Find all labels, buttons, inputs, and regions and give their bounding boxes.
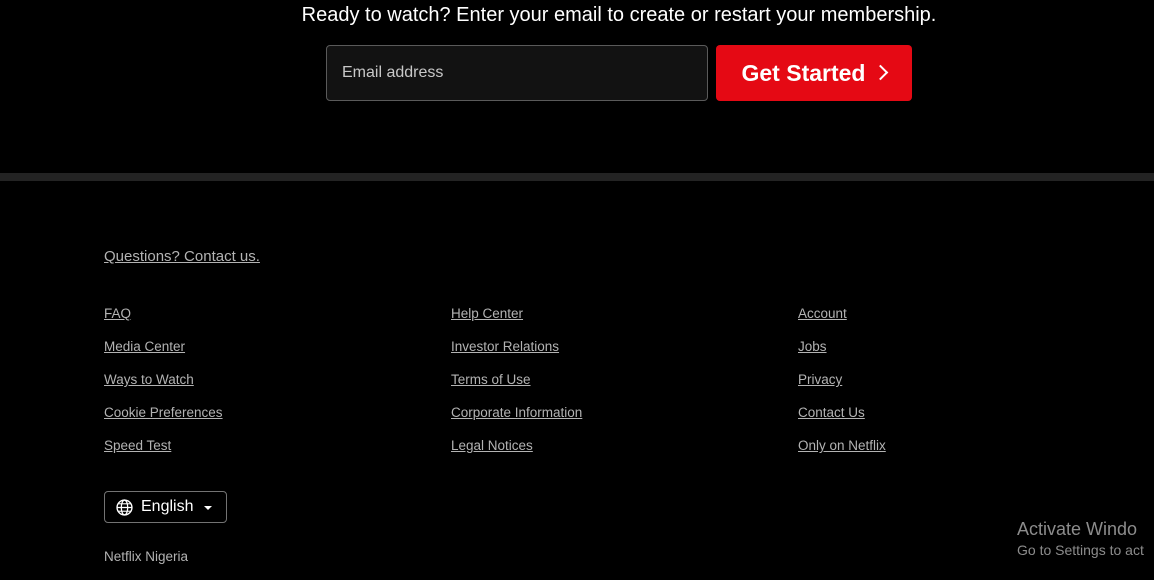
get-started-button[interactable]: Get Started [716,45,912,101]
email-input[interactable] [327,46,707,100]
footer-link-legal-notices[interactable]: Legal Notices [451,438,533,453]
footer-link-privacy[interactable]: Privacy [798,372,842,387]
footer-link-account[interactable]: Account [798,306,847,321]
footer-link-contact-us[interactable]: Contact Us [798,405,865,420]
footer-link-investor-relations[interactable]: Investor Relations [451,339,559,354]
language-select-value: English [141,498,194,515]
page: Ready to watch? Enter your email to crea… [0,0,1154,580]
footer-link-corporate-information[interactable]: Corporate Information [451,405,582,420]
chevron-right-icon [873,64,889,80]
footer-link-media-center[interactable]: Media Center [104,339,185,354]
get-started-label: Get Started [741,59,866,86]
windows-activation-watermark: Activate Windo Go to Settings to act [1017,518,1144,560]
footer-link-terms-of-use[interactable]: Terms of Use [451,372,531,387]
country-label: Netflix Nigeria [104,549,189,564]
footer-link-cookie-preferences[interactable]: Cookie Preferences [104,405,223,420]
footer-link-ways-to-watch[interactable]: Ways to Watch [104,372,194,387]
footer-link-only-on-netflix[interactable]: Only on Netflix [798,438,886,453]
footer-link-help-center[interactable]: Help Center [451,306,523,321]
watermark-title: Activate Windo [1017,519,1138,539]
footer-link-faq[interactable]: FAQ [104,306,131,321]
footer-links-column-2: Help Center Investor Relations Terms of … [451,305,582,470]
caret-down-icon [204,506,213,510]
globe-icon [116,498,133,516]
language-select[interactable]: English [104,491,227,523]
footer-links-column-3: Account Jobs Privacy Contact Us Only on … [798,305,886,470]
questions-contact-link[interactable]: Questions? Contact us. [104,248,260,265]
footer-link-speed-test[interactable]: Speed Test [104,438,171,453]
cta-heading: Ready to watch? Enter your email to crea… [301,4,937,26]
footer-links-column-1: FAQ Media Center Ways to Watch Cookie Pr… [104,305,223,470]
email-field-wrapper [326,45,708,101]
section-divider [0,173,1154,181]
watermark-subtitle: Go to Settings to act [1017,542,1144,558]
footer-link-jobs[interactable]: Jobs [798,339,827,354]
